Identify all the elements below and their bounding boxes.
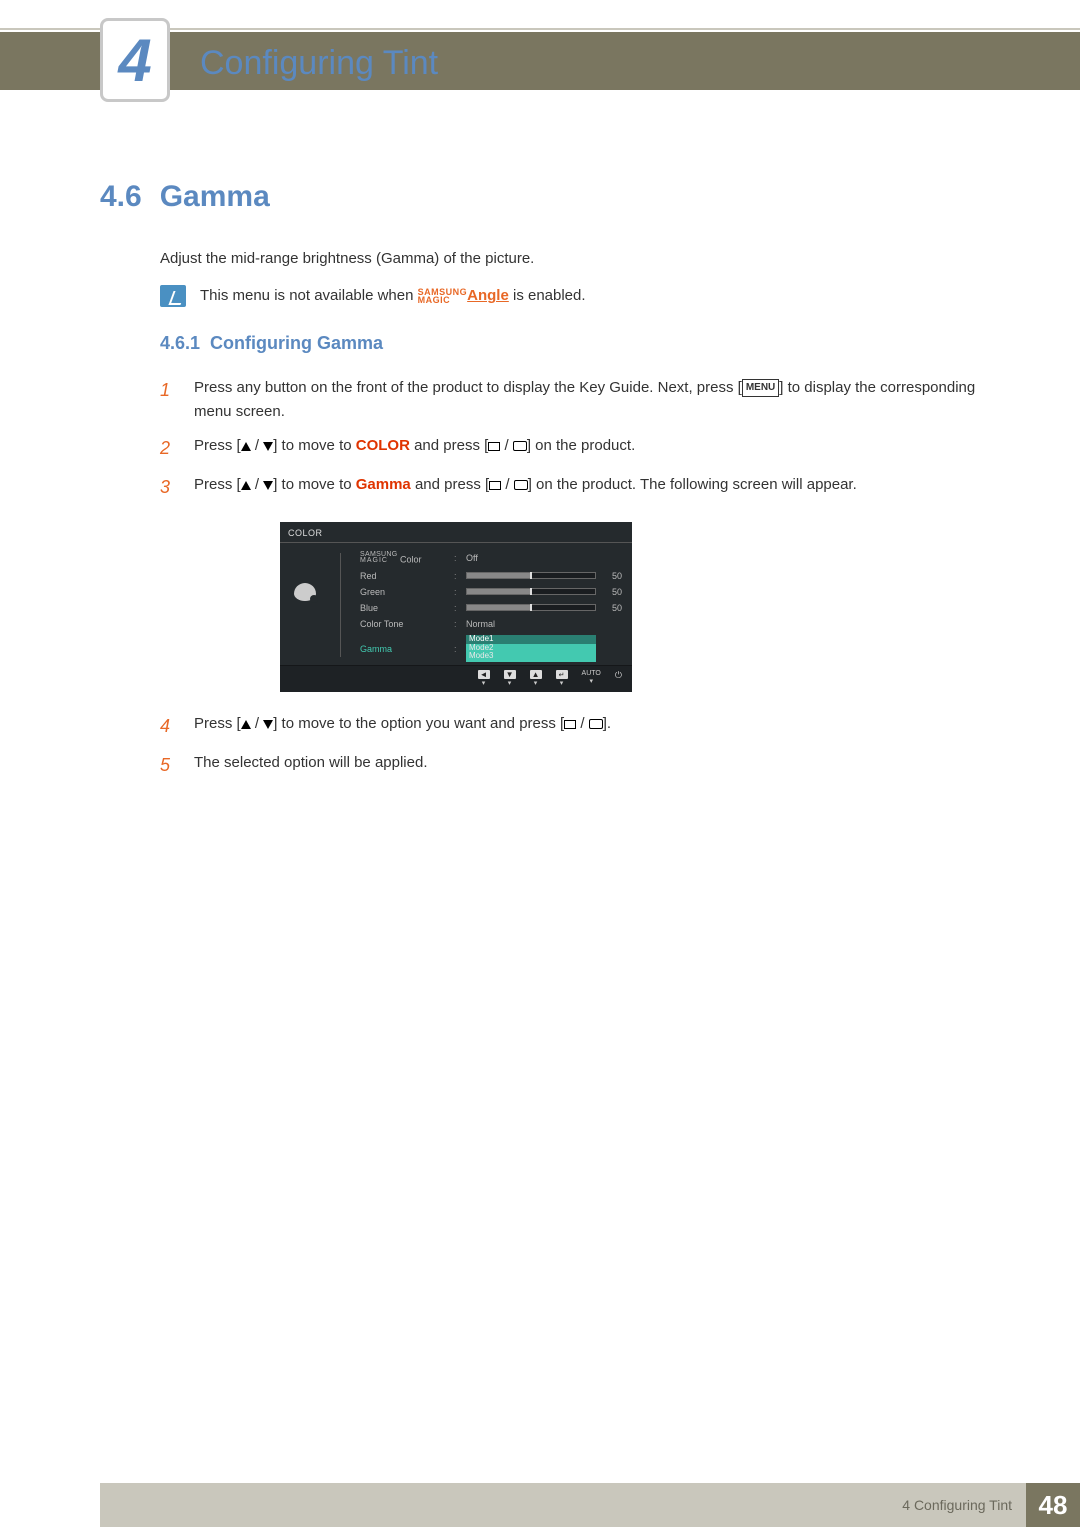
osd-footer: ◄▾ ▼▾ ▲▾ ↵▾ AUTO▾ ⏻ xyxy=(280,665,632,692)
step-body: Press any button on the front of the pro… xyxy=(194,376,990,424)
gamma-keyword: Gamma xyxy=(356,476,411,493)
gamma-mode3: Mode3 xyxy=(469,652,593,661)
down-arrow-icon xyxy=(263,442,273,451)
up-arrow-icon xyxy=(241,442,251,451)
osd-row-gamma: Gamma: Mode1 Mode2 Mode3 xyxy=(360,632,622,665)
menu-button-label: MENU xyxy=(742,379,779,397)
note-text: This menu is not available when SAMSUNGM… xyxy=(200,287,586,304)
down-arrow-icon xyxy=(263,720,273,729)
select-icon xyxy=(564,720,576,729)
enter-icon xyxy=(513,441,527,451)
step-5: 5 The selected option will be applied. xyxy=(160,751,990,780)
gamma-options: Mode1 Mode2 Mode3 xyxy=(466,635,596,662)
select-icon xyxy=(488,442,500,451)
chapter-number: 4 xyxy=(118,26,151,95)
enter-icon xyxy=(514,480,528,490)
section-number: 4.6 xyxy=(100,180,142,213)
section-title: Gamma xyxy=(160,180,270,213)
osd-nav-auto: AUTO▾ xyxy=(582,670,601,687)
footer-text: 4 Configuring Tint xyxy=(100,1483,1026,1527)
slider xyxy=(466,604,596,611)
up-arrow-icon xyxy=(241,720,251,729)
osd-nav-enter: ↵▾ xyxy=(556,670,568,687)
step-1: 1 Press any button on the front of the p… xyxy=(160,376,990,424)
step-number: 1 xyxy=(160,376,174,424)
down-arrow-icon xyxy=(263,481,273,490)
palette-icon xyxy=(294,583,316,601)
section-description: Adjust the mid-range brightness (Gamma) … xyxy=(160,250,990,267)
note-icon xyxy=(160,285,186,307)
subsection-number: 4.6.1 xyxy=(160,333,200,353)
samsung-magic-label: SAMSUNGMAGIC xyxy=(418,288,468,304)
osd-row-red: Red: 50 xyxy=(360,568,622,584)
slider xyxy=(466,588,596,595)
osd-row-blue: Blue: 50 xyxy=(360,600,622,616)
osd-row-green: Green: 50 xyxy=(360,584,622,600)
section-heading: 4.6 Gamma xyxy=(100,180,990,214)
osd-row-magic-color: SAMSUNGMAGIC Color : Off xyxy=(360,549,622,568)
slider xyxy=(466,572,596,579)
chapter-title: Configuring Tint xyxy=(200,44,438,83)
step-number: 4 xyxy=(160,712,174,741)
steps-list-continued: 4 Press [ / ] to move to the option you … xyxy=(160,712,990,780)
step-4: 4 Press [ / ] to move to the option you … xyxy=(160,712,990,741)
step-body: Press [ / ] to move to the option you wa… xyxy=(194,712,990,741)
step-2: 2 Press [ / ] to move to COLOR and press… xyxy=(160,434,990,463)
steps-list: 1 Press any button on the front of the p… xyxy=(160,376,990,502)
enter-icon xyxy=(589,719,603,729)
color-keyword: COLOR xyxy=(356,437,410,454)
content: 4.6 Gamma Adjust the mid-range brightness… xyxy=(100,180,990,790)
step-number: 5 xyxy=(160,751,174,780)
subsection-title: Configuring Gamma xyxy=(210,333,383,353)
osd-panel: COLOR SAMSUNGMAGIC Color : Off Red: xyxy=(280,522,632,693)
step-body: The selected option will be applied. xyxy=(194,751,990,780)
osd-divider xyxy=(330,549,360,666)
osd-nav-down: ▼▾ xyxy=(504,670,516,687)
osd-nav-back: ◄▾ xyxy=(478,670,490,687)
osd-title: COLOR xyxy=(280,522,632,543)
osd-icon-column xyxy=(280,549,330,666)
step-number: 2 xyxy=(160,434,174,463)
magic-angle: Angle xyxy=(467,287,509,304)
up-arrow-icon xyxy=(241,481,251,490)
subsection-heading: 4.6.1 Configuring Gamma xyxy=(160,333,990,354)
chapter-tab: 4 xyxy=(100,18,170,102)
osd-nav-up: ▲▾ xyxy=(530,670,542,687)
select-icon xyxy=(489,481,501,490)
step-3: 3 Press [ / ] to move to Gamma and press… xyxy=(160,473,990,502)
step-body: Press [ / ] to move to COLOR and press [… xyxy=(194,434,990,463)
osd-nav-power: ⏻ xyxy=(615,670,622,687)
page-footer: 4 Configuring Tint 48 xyxy=(0,1483,1080,1527)
osd-screenshot: COLOR SAMSUNGMAGIC Color : Off Red: xyxy=(280,522,990,693)
step-body: Press [ / ] to move to Gamma and press [… xyxy=(194,473,990,502)
note-row: This menu is not available when SAMSUNGM… xyxy=(160,285,990,307)
osd-value: Off xyxy=(466,553,596,563)
step-number: 3 xyxy=(160,473,174,502)
osd-row-color-tone: Color Tone: Normal xyxy=(360,616,622,632)
footer-page-number: 48 xyxy=(1026,1483,1080,1527)
